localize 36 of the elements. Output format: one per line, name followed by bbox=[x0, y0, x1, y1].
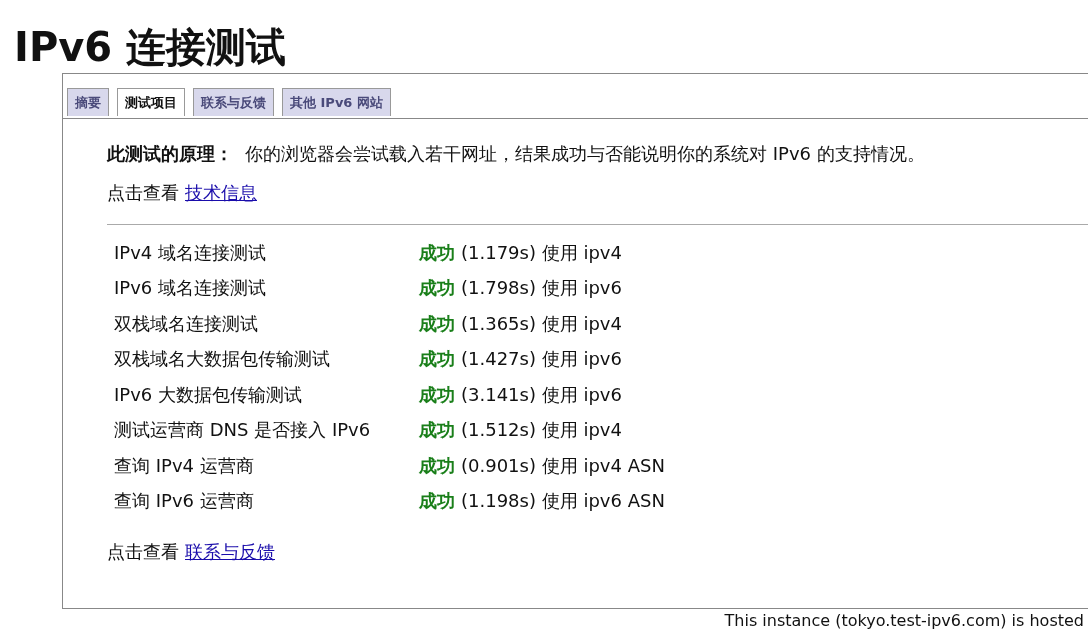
status-text: 成功 bbox=[419, 419, 455, 441]
status-text: 成功 bbox=[419, 241, 455, 263]
tab[interactable]: 联系与反馈 bbox=[193, 88, 274, 116]
test-name: 查询 IPv4 运营商 bbox=[114, 453, 255, 478]
tab[interactable]: 其他 IPv6 网站 bbox=[282, 88, 391, 116]
tab[interactable]: 摘要 bbox=[67, 88, 109, 116]
test-detail: (1.179s) 使用 ipv4 bbox=[461, 241, 622, 263]
link[interactable]: 联系与反馈 bbox=[185, 541, 275, 562]
test-detail: (1.798s) 使用 ipv6 bbox=[461, 277, 622, 299]
footer-text: This instance (tokyo.test-ipv6.com) is hosted bbox=[724, 611, 1084, 631]
status-text: 成功 bbox=[419, 383, 455, 405]
principle-label: 此测试的原理： bbox=[107, 143, 233, 164]
test-detail: (0.901s) 使用 ipv4 ASN bbox=[461, 454, 665, 476]
status-text: 成功 bbox=[419, 348, 455, 370]
tab[interactable]: 测试项目 bbox=[117, 88, 185, 116]
status-text: 成功 bbox=[419, 490, 455, 512]
test-detail: (1.427s) 使用 ipv6 bbox=[461, 348, 622, 370]
link-prefix: 点击查看 bbox=[107, 182, 179, 203]
test-detail: (1.198s) 使用 ipv6 ASN bbox=[461, 490, 665, 512]
test-name: 双栈域名连接测试 bbox=[114, 311, 259, 336]
page-title: IPv6 连接测试 bbox=[13, 23, 288, 72]
test-detail: (3.141s) 使用 ipv6 bbox=[461, 383, 622, 405]
test-name: IPv4 域名连接测试 bbox=[114, 240, 267, 265]
principle-text: 你的浏览器会尝试载入若干网址，结果成功与否能说明你的系统对 IPv6 的支持情况。 bbox=[245, 143, 925, 164]
link-prefix: 点击查看 bbox=[107, 541, 179, 562]
test-name: IPv6 域名连接测试 bbox=[114, 276, 267, 301]
test-name: 查询 IPv6 运营商 bbox=[114, 489, 255, 514]
test-detail: (1.512s) 使用 ipv4 bbox=[461, 419, 622, 441]
test-name: IPv6 大数据包传输测试 bbox=[114, 382, 303, 407]
status-text: 成功 bbox=[419, 312, 455, 334]
status-text: 成功 bbox=[419, 454, 455, 476]
status-text: 成功 bbox=[419, 277, 455, 299]
test-name: 双栈域名大数据包传输测试 bbox=[114, 347, 331, 372]
link[interactable]: 技术信息 bbox=[185, 182, 257, 203]
test-detail: (1.365s) 使用 ipv4 bbox=[461, 312, 622, 334]
test-name: 测试运营商 DNS 是否接入 IPv6 bbox=[114, 418, 372, 443]
